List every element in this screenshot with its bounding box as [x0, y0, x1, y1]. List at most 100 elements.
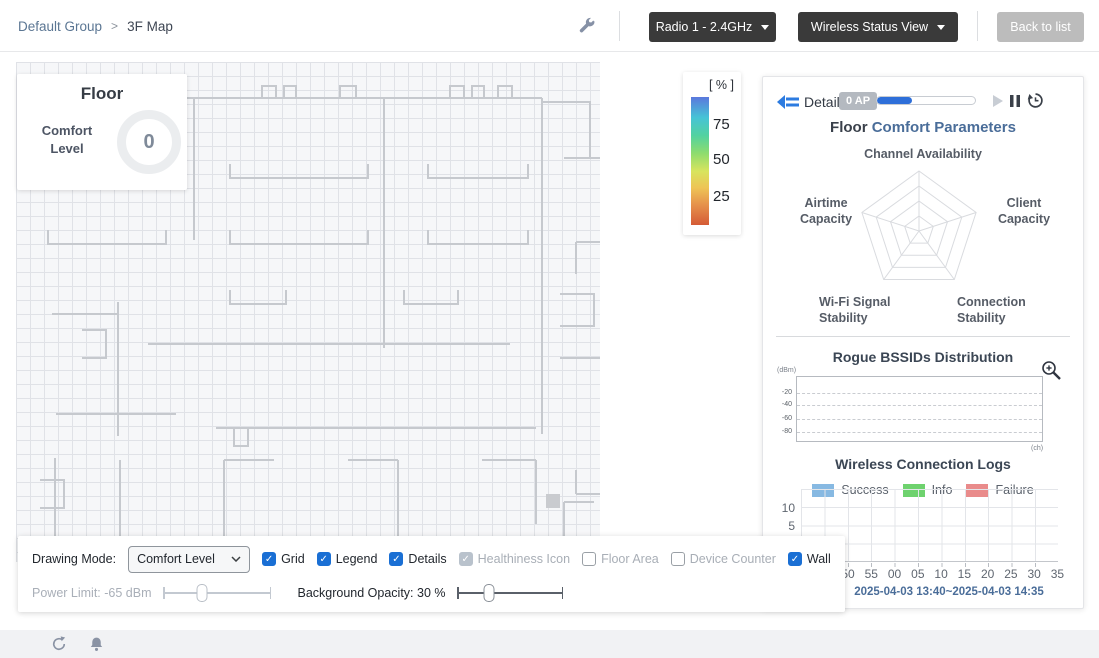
power-limit-slider-handle [197, 584, 208, 602]
healthiness-icon-checkbox [459, 552, 473, 566]
rogue-y-tick: -20 [778, 389, 792, 396]
scale-tick-50: 50 [713, 151, 739, 168]
device-counter-checkbox [671, 552, 685, 566]
power-limit-label: Power Limit: -65 dBm [32, 586, 151, 600]
drawing-mode-value: Comfort Level [137, 552, 215, 566]
wall-checkbox-label: Wall [807, 552, 831, 566]
playback-progress-fill [877, 97, 912, 104]
floor-area-checkbox [582, 552, 596, 566]
floor-comfort-card: Floor Comfort Level 0 [17, 74, 187, 190]
radar-axis-channel-availability: Channel Availability [763, 147, 1083, 161]
rogue-gridline [797, 432, 1042, 433]
logs-x-tick: 30 [1023, 567, 1046, 581]
wireless-map-page: Default Group > 3F Map Radio 1 - 2.4GHz … [0, 0, 1099, 658]
logs-x-tick: 25 [999, 567, 1022, 581]
legend-checkbox[interactable] [317, 552, 331, 566]
playback-progress-bar [876, 96, 976, 105]
logs-chart-title: Wireless Connection Logs [763, 456, 1083, 472]
device-counter-checkbox-label: Device Counter [690, 552, 776, 566]
rogue-y-unit: (dBm) [777, 367, 796, 374]
comfort-level-label: Comfort Level [31, 122, 103, 157]
scale-gradient-bar [691, 97, 709, 225]
wall-checkbox[interactable] [788, 552, 802, 566]
grid-checkbox-label: Grid [281, 552, 305, 566]
section-divider [776, 336, 1070, 337]
logs-x-tick: 10 [930, 567, 953, 581]
breadcrumb-separator: > [111, 19, 118, 33]
play-icon[interactable] [992, 94, 1004, 113]
rogue-chart-plot [796, 376, 1043, 442]
radar-axis-connection-stability: Connection Stability [957, 294, 1049, 327]
radar-title-rest: Comfort Parameters [872, 119, 1016, 136]
radar-axis-wifi-signal-stability: Wi-Fi Signal Stability [819, 294, 911, 327]
slider-end-tick [562, 587, 564, 599]
logs-y-tick-10: 10 [777, 501, 795, 515]
logs-x-tick: 20 [976, 567, 999, 581]
rogue-chart-title: Rogue BSSIDs Distribution [763, 349, 1083, 365]
radio-dropdown-label: Radio 1 - 2.4GHz [656, 20, 753, 34]
dropdown-arrow-icon [761, 25, 769, 30]
grid-checkbox[interactable] [262, 552, 276, 566]
power-limit-slider [163, 584, 271, 602]
checkbox-grid[interactable]: Grid [262, 552, 305, 566]
floor-area-checkbox-label: Floor Area [601, 552, 659, 566]
map-selected-cell [546, 494, 560, 508]
rogue-y-tick: -80 [778, 428, 792, 435]
checkbox-wall[interactable]: Wall [788, 552, 831, 566]
radar-section-title: Floor Comfort Parameters [763, 119, 1083, 136]
rogue-y-tick: -60 [778, 415, 792, 422]
history-refresh-icon[interactable] [1027, 92, 1044, 114]
topbar-divider [977, 11, 978, 41]
radar-title-prefix: Floor [830, 119, 868, 136]
breadcrumb: Default Group > 3F Map [18, 0, 173, 52]
healthiness-icon-checkbox-label: Healthiness Icon [478, 552, 570, 566]
bottom-status-strip [0, 630, 1099, 658]
pause-icon[interactable] [1009, 94, 1021, 113]
toolbar-row-sliders: Power Limit: -65 dBm Background Opacity:… [32, 580, 563, 606]
scale-unit-label: [ % ] [709, 78, 734, 92]
checkbox-legend[interactable]: Legend [317, 552, 378, 566]
drawing-mode-select[interactable]: Comfort Level [128, 546, 250, 573]
radio-dropdown-button[interactable]: Radio 1 - 2.4GHz [649, 12, 776, 42]
radar-axis-airtime-capacity: Airtime Capacity [785, 195, 867, 228]
details-checkbox-label: Details [408, 552, 446, 566]
background-opacity-slider-handle[interactable] [484, 584, 495, 602]
background-opacity-label: Background Opacity: 30 % [297, 586, 445, 600]
details-panel: Details 0 AP Floor Comfort Parameters Ch… [762, 76, 1084, 609]
slider-end-tick [163, 587, 165, 599]
comfort-level-value: 0 [143, 131, 154, 154]
logs-x-tick: 00 [883, 567, 906, 581]
background-opacity-slider[interactable] [457, 584, 563, 602]
radar-axis-client-capacity: Client Capacity [983, 195, 1065, 228]
drawing-mode-label: Drawing Mode: [32, 552, 116, 566]
logs-time-range: 2025-04-03 13:40~2025-04-03 14:35 [823, 586, 1075, 598]
chevron-down-icon [231, 556, 241, 562]
background-opacity-slider-track[interactable] [457, 592, 563, 594]
ap-count-badge: 0 AP [839, 92, 877, 110]
back-to-list-button[interactable]: Back to list [997, 12, 1084, 42]
slider-end-tick [457, 587, 459, 599]
breadcrumb-group-link[interactable]: Default Group [18, 19, 102, 34]
refresh-icon[interactable] [50, 635, 68, 653]
logs-x-tick: 55 [860, 567, 883, 581]
details-back-icon[interactable] [777, 93, 799, 116]
rogue-y-tick: -40 [778, 401, 792, 408]
scale-tick-25: 25 [713, 188, 739, 205]
view-dropdown-label: Wireless Status View [811, 20, 928, 34]
checkbox-details[interactable]: Details [389, 552, 446, 566]
toolbar-row-options: Drawing Mode: Comfort Level Grid Legend … [32, 544, 839, 574]
view-dropdown-button[interactable]: Wireless Status View [798, 12, 958, 42]
legend-checkbox-label: Legend [336, 552, 378, 566]
checkbox-healthiness-icon: Healthiness Icon [459, 552, 570, 566]
notification-bell-icon[interactable] [88, 635, 106, 653]
wrench-icon[interactable] [577, 16, 597, 36]
details-checkbox[interactable] [389, 552, 403, 566]
rogue-gridline [797, 393, 1042, 394]
zoom-in-icon[interactable] [1041, 360, 1062, 386]
dropdown-arrow-icon [937, 25, 945, 30]
logs-y-tick-5: 5 [777, 519, 795, 533]
logs-x-tick: 35 [1046, 567, 1069, 581]
rogue-gridline [797, 419, 1042, 420]
logs-x-tick: 05 [906, 567, 929, 581]
topbar-divider [619, 11, 620, 41]
